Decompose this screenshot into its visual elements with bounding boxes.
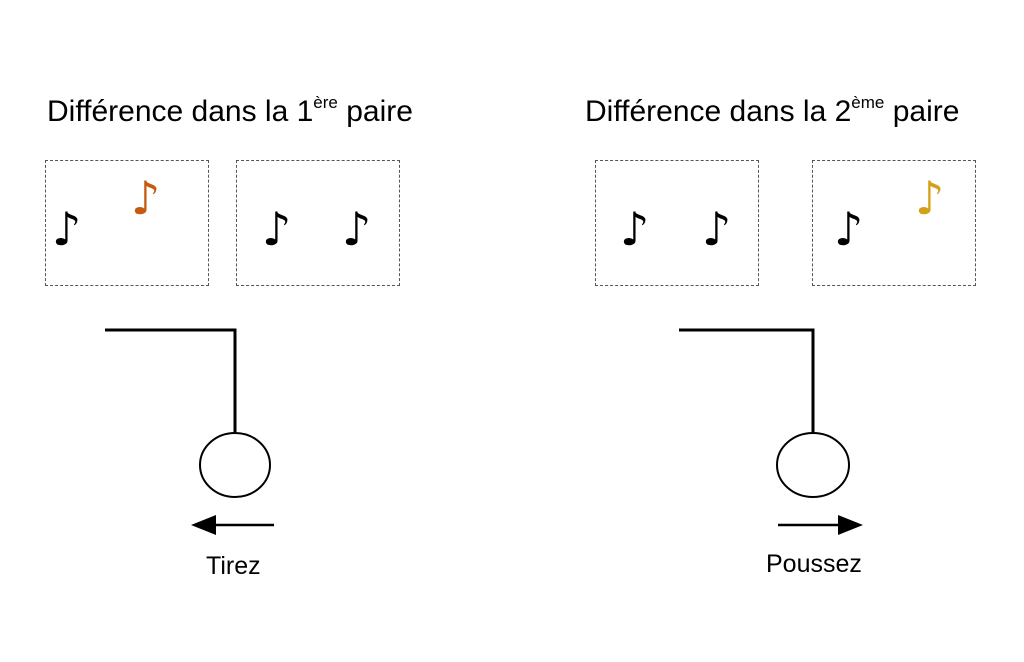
left-handle-circle <box>199 432 271 498</box>
push-label: Poussez <box>766 550 862 578</box>
right-handle-circle <box>776 432 850 498</box>
left-lever-line <box>105 328 237 432</box>
lever-diagram <box>105 328 863 535</box>
right-lever-line <box>679 328 815 432</box>
pull-label: Tirez <box>206 552 261 580</box>
